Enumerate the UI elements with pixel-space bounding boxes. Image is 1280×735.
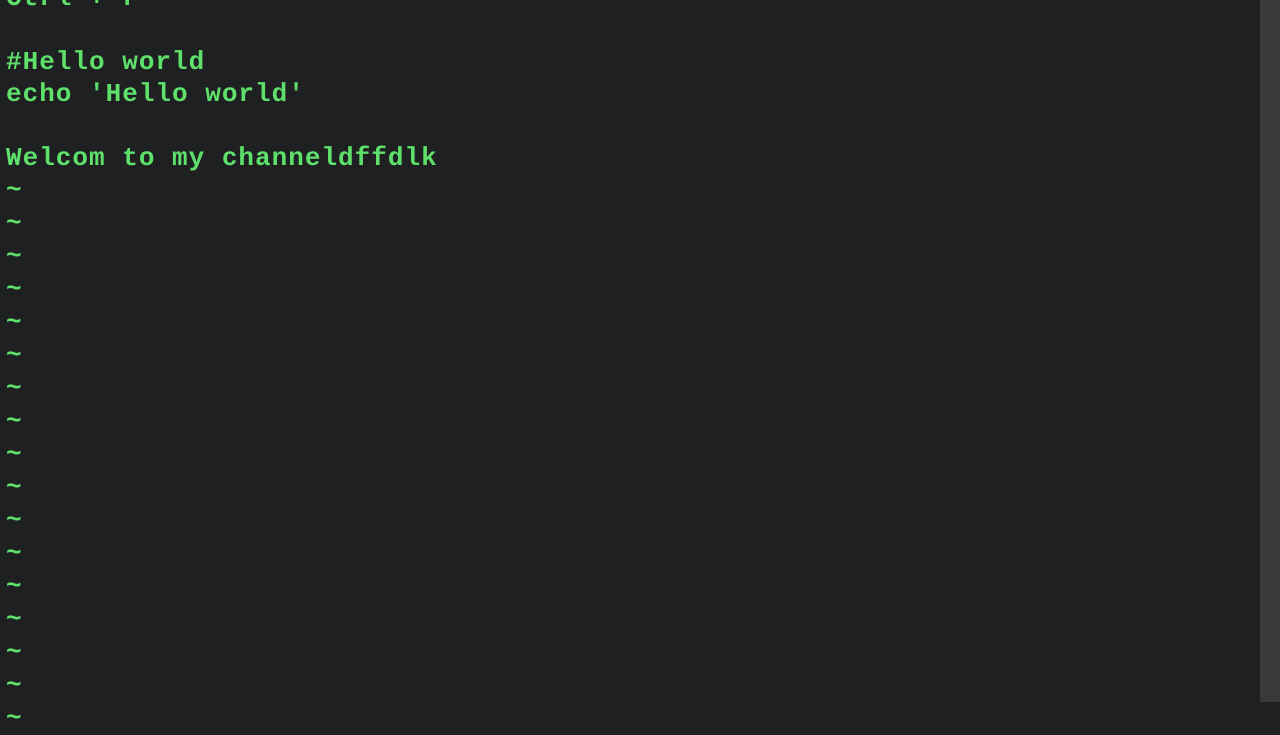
editor-viewport[interactable]: Ctrl + r #Hello world echo 'Hello world'… — [0, 0, 1260, 702]
empty-line — [6, 14, 1260, 46]
text-line: echo 'Hello world' — [6, 78, 1260, 110]
scrollbar-track[interactable] — [1260, 0, 1280, 702]
tilde-line: ~ — [6, 273, 1260, 306]
empty-line — [6, 110, 1260, 142]
tilde-line: ~ — [6, 174, 1260, 207]
tilde-line: ~ — [6, 306, 1260, 339]
tilde-line: ~ — [6, 405, 1260, 438]
tilde-line: ~ — [6, 504, 1260, 537]
tilde-line: ~ — [6, 636, 1260, 669]
tilde-line: ~ — [6, 603, 1260, 636]
text-line: #Hello world — [6, 46, 1260, 78]
tilde-line: ~ — [6, 669, 1260, 702]
text-line: Welcom to my channeldffdlk — [6, 142, 1260, 174]
tilde-line: ~ — [6, 570, 1260, 603]
tilde-line: ~ — [6, 240, 1260, 273]
tilde-line: ~ — [6, 339, 1260, 372]
tilde-line: ~ — [6, 207, 1260, 240]
tilde-line: ~ — [6, 438, 1260, 471]
tilde-line: ~ — [6, 471, 1260, 504]
text-line: Ctrl + r — [6, 0, 1260, 14]
tilde-line: ~ — [6, 372, 1260, 405]
tilde-line: ~ — [6, 702, 1260, 735]
tilde-line: ~ — [6, 537, 1260, 570]
